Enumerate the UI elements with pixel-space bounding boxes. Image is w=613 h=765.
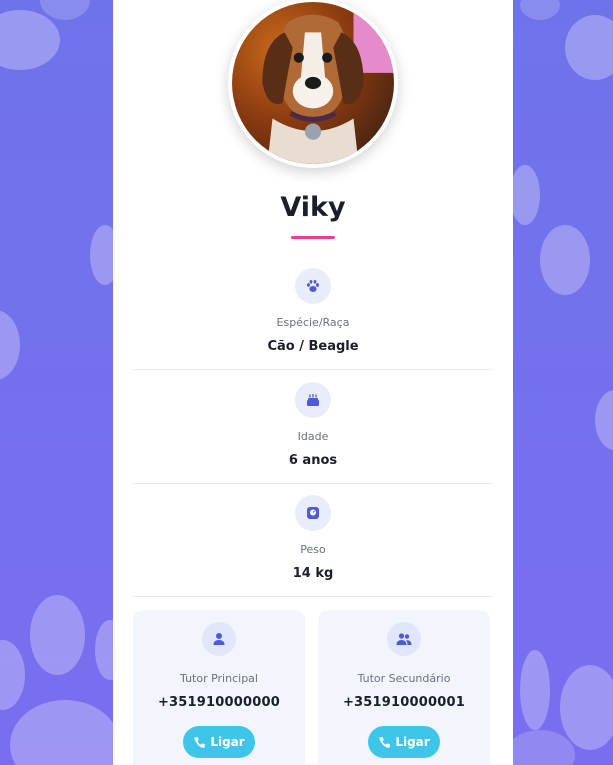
phone-icon: [379, 736, 391, 748]
age-value: 6 anos: [288, 453, 338, 468]
species-breed-value: Cão / Beagle: [267, 339, 359, 354]
weight-value: 14 kg: [292, 566, 334, 581]
age-label: Idade: [297, 430, 329, 443]
weight-scale-icon: [295, 495, 331, 531]
divider: [133, 596, 493, 597]
divider: [133, 483, 493, 484]
call-tutor-secundario-button[interactable]: Ligar: [368, 726, 440, 758]
call-button-label: Ligar: [210, 735, 245, 749]
tutor-secundario-phone: +351910000001: [342, 695, 466, 710]
user-icon: [202, 622, 236, 656]
divider: [133, 369, 493, 370]
pet-photo: [232, 2, 394, 164]
name-underline-accent: [291, 236, 335, 239]
tutor-principal-phone: +351910000000: [157, 695, 281, 710]
paw-icon: [295, 268, 331, 304]
tutor-principal-label: Tutor Principal: [180, 672, 258, 685]
species-breed-label: Espécie/Raça: [276, 316, 350, 329]
call-button-label: Ligar: [395, 735, 430, 749]
users-icon: [387, 622, 421, 656]
tutor-secundario-card: Tutor Secundário +351910000001 Ligar: [318, 610, 490, 765]
weight-label: Peso: [300, 543, 326, 556]
info-age: Idade 6 anos: [133, 382, 493, 468]
phone-icon: [194, 736, 206, 748]
info-species-breed: Espécie/Raça Cão / Beagle: [133, 268, 493, 354]
pet-profile-card: Viky Espécie/Raça Cão / Beagle Idade 6 a…: [113, 0, 513, 765]
call-tutor-principal-button[interactable]: Ligar: [183, 726, 255, 758]
tutor-secundario-label: Tutor Secundário: [357, 672, 451, 685]
pet-avatar: [228, 0, 398, 168]
tutor-principal-card: Tutor Principal +351910000000 Ligar: [133, 610, 305, 765]
birthday-cake-icon: [295, 382, 331, 418]
info-weight: Peso 14 kg: [133, 495, 493, 581]
beagle-photo-illustration: [262, 2, 394, 164]
pet-name: Viky: [280, 192, 346, 223]
